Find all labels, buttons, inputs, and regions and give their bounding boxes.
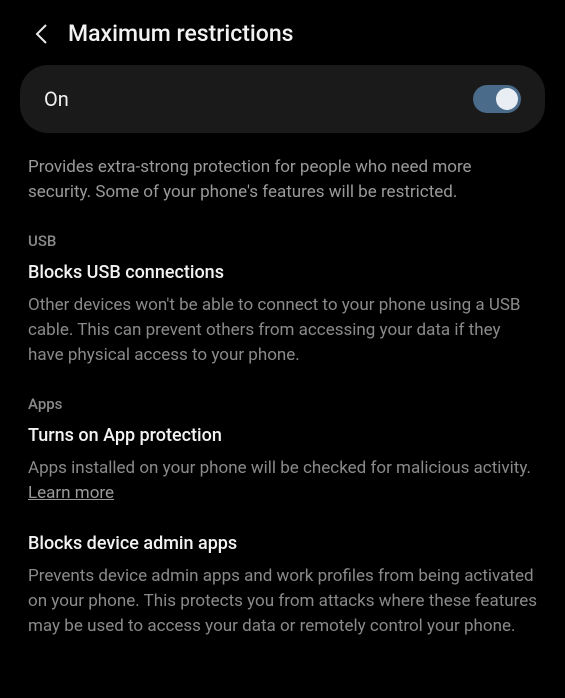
page-title: Maximum restrictions xyxy=(68,20,293,47)
usb-item-desc: Other devices won't be able to connect t… xyxy=(28,293,537,367)
master-toggle-card[interactable]: On xyxy=(20,65,545,133)
toggle-label: On xyxy=(44,87,69,111)
toggle-switch[interactable] xyxy=(473,85,521,113)
intro-description: Provides extra-strong protection for peo… xyxy=(28,155,537,204)
apps-item-0-desc-text: Apps installed on your phone will be che… xyxy=(28,458,531,478)
back-icon[interactable] xyxy=(30,23,52,45)
apps-item-1-desc: Prevents device admin apps and work prof… xyxy=(28,564,537,638)
section-label-apps: Apps xyxy=(28,395,537,413)
apps-item-0-desc: Apps installed on your phone will be che… xyxy=(28,456,537,505)
learn-more-link[interactable]: Learn more xyxy=(28,483,114,503)
header: Maximum restrictions xyxy=(20,14,545,65)
apps-item-0-title: Turns on App protection xyxy=(28,425,537,446)
usb-item-title: Blocks USB connections xyxy=(28,262,537,283)
toggle-knob xyxy=(496,88,518,110)
section-label-usb: USB xyxy=(28,232,537,250)
apps-item-1-title: Blocks device admin apps xyxy=(28,533,537,554)
